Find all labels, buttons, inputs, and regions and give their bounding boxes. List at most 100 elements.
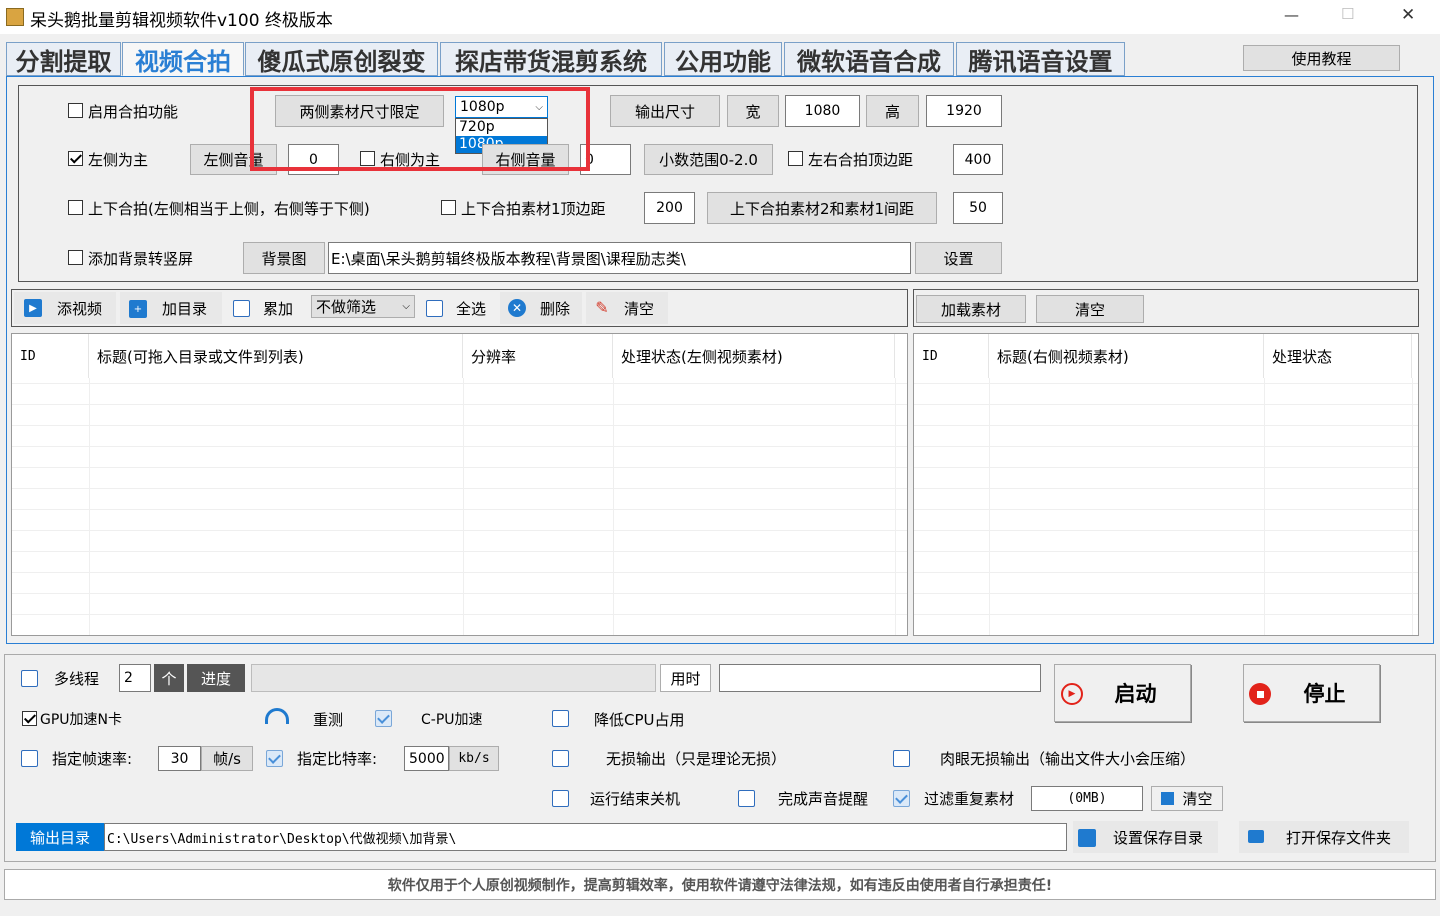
tutorial-button[interactable]: 使用教程 <box>1243 45 1400 71</box>
start-label: 启动 <box>1114 682 1157 706</box>
load-material-button[interactable]: 加载素材 <box>916 295 1026 323</box>
lr-top-margin-label: 左右合拍顶边距 <box>808 151 914 169</box>
lossless-label: 无损输出（只是理论无损） <box>606 750 787 768</box>
open-save-dir-button[interactable]: 打开保存文件夹 <box>1239 821 1409 853</box>
multithread-checkbox[interactable] <box>21 670 38 687</box>
gpu-checkbox[interactable] <box>22 711 37 726</box>
title-bar: 呆头鹅批量剪辑视频软件v100 终极版本 — ☐ ✕ <box>0 0 1440 34</box>
right-col-id[interactable]: ID <box>914 334 989 378</box>
output-dir-button[interactable]: 输出目录 <box>16 823 104 851</box>
maximize-icon[interactable]: ☐ <box>1341 5 1354 23</box>
fps-checkbox[interactable] <box>21 750 38 767</box>
cpu-accel-checkbox[interactable] <box>375 710 392 727</box>
visual-lossless-label: 肉眼无损输出（输出文件大小会压缩） <box>940 750 1196 768</box>
fps-unit: 帧/s <box>201 746 253 771</box>
bg-image-button[interactable]: 背景图 <box>243 242 325 274</box>
add-dir-label: 加目录 <box>162 300 208 318</box>
width-button[interactable]: 宽 <box>727 95 779 127</box>
right-col-status[interactable]: 处理状态 <box>1264 334 1412 378</box>
add-video-label: 添视频 <box>57 300 103 318</box>
tab-split-extract[interactable]: 分割提取 <box>6 42 121 76</box>
top-bottom-checkbox[interactable] <box>68 200 83 215</box>
tab-ms-tts[interactable]: 微软语音合成 <box>784 42 954 76</box>
left-col-resolution[interactable]: 分辨率 <box>463 334 613 378</box>
delete-button[interactable]: ✕ 删除 <box>500 292 582 324</box>
shutdown-label: 运行结束关机 <box>590 790 681 808</box>
lower-cpu-checkbox[interactable] <box>552 710 569 727</box>
tb-top-margin-checkbox[interactable] <box>441 200 456 215</box>
select-all-checkbox[interactable] <box>426 300 443 317</box>
bitrate-input[interactable]: 5000 <box>404 746 449 771</box>
tab-video-duet[interactable]: 视频合拍 <box>122 42 244 76</box>
bg-checkbox[interactable] <box>68 250 83 265</box>
height-button[interactable]: 高 <box>866 95 919 127</box>
fps-input[interactable]: 30 <box>158 746 201 771</box>
broom-icon: ✎ <box>595 297 609 317</box>
decimal-range-button[interactable]: 小数范围0-2.0 <box>644 144 773 175</box>
output-dir-input[interactable]: C:\Users\Administrator\Desktop\代做视频\加背景\ <box>104 823 1067 851</box>
lower-cpu-label: 降低CPU占用 <box>594 711 685 729</box>
clear-left-button[interactable]: ✎ 清空 <box>586 292 668 324</box>
sound-checkbox[interactable] <box>738 790 755 807</box>
minimize-icon[interactable]: — <box>1284 6 1299 24</box>
bg-set-button[interactable]: 设置 <box>915 242 1002 274</box>
left-col-id[interactable]: ID <box>12 334 89 378</box>
tb-top-margin-input[interactable]: 200 <box>644 192 695 224</box>
width-input[interactable]: 1080 <box>785 95 860 127</box>
tb-gap-input[interactable]: 50 <box>953 192 1003 224</box>
accumulate-label: 累加 <box>263 300 294 318</box>
lossless-checkbox[interactable] <box>552 750 569 767</box>
left-col-title[interactable]: 标题(可拖入目录或文件到列表) <box>89 334 463 378</box>
cache-clear-button[interactable]: 清空 <box>1151 786 1223 811</box>
tab-store-mix[interactable]: 探店带货混剪系统 <box>440 42 662 76</box>
bitrate-unit: kb/s <box>449 746 499 771</box>
cache-size-input: (0MB) <box>1031 786 1143 811</box>
shutdown-checkbox[interactable] <box>552 790 569 807</box>
right-table[interactable]: ID 标题(右侧视频素材) 处理状态 <box>913 333 1419 636</box>
enable-duet-checkbox[interactable] <box>68 103 83 118</box>
set-save-dir-button[interactable]: 设置保存目录 <box>1073 821 1218 853</box>
height-input[interactable]: 1920 <box>926 95 1002 127</box>
left-table[interactable]: ID 标题(可拖入目录或文件到列表) 分辨率 处理状态(左侧视频素材) <box>11 333 908 636</box>
left-main-label: 左侧为主 <box>88 151 149 169</box>
thread-count-input[interactable]: 2 <box>119 664 151 692</box>
cache-icon <box>1161 792 1175 805</box>
stop-label: 停止 <box>1303 682 1346 706</box>
video-icon: ▶ <box>24 299 42 317</box>
accumulate-checkbox[interactable] <box>233 300 250 317</box>
add-video-button[interactable]: ▶ 添视频 <box>14 292 116 324</box>
elapsed-button: 用时 <box>660 664 711 692</box>
gpu-label: GPU加速N卡 <box>40 712 123 728</box>
close-icon[interactable]: ✕ <box>1401 5 1415 25</box>
set-save-dir-label: 设置保存目录 <box>1113 829 1204 847</box>
bitrate-label: 指定比特率: <box>297 750 378 768</box>
clear-left-label: 清空 <box>624 300 655 318</box>
tab-common[interactable]: 公用功能 <box>664 42 782 76</box>
delete-icon: ✕ <box>508 299 526 317</box>
dedupe-checkbox[interactable] <box>893 790 910 807</box>
footer-bar: 软件仅用于个人原创视频制作，提高剪辑效率，使用软件请遵守法律法规，如有违反由使用… <box>4 869 1436 900</box>
lr-top-margin-input[interactable]: 400 <box>953 144 1003 175</box>
retest-label[interactable]: 重测 <box>313 709 343 730</box>
bitrate-checkbox[interactable] <box>266 750 283 767</box>
stop-button[interactable]: 停止 <box>1243 664 1380 722</box>
lr-top-margin-checkbox[interactable] <box>788 151 803 166</box>
clear-right-button[interactable]: 清空 <box>1036 295 1144 323</box>
fps-label: 指定帧速率: <box>52 750 133 768</box>
highlight-box <box>250 87 590 171</box>
left-col-status[interactable]: 处理状态(左侧视频素材) <box>613 334 895 378</box>
tab-original-fission[interactable]: 傻瓜式原创裂变 <box>245 42 438 76</box>
multithread-label: 多线程 <box>54 670 100 688</box>
add-dir-button[interactable]: + 加目录 <box>120 292 222 324</box>
tb-gap-button[interactable]: 上下合拍素材2和素材1间距 <box>707 192 937 224</box>
tab-tencent-tts[interactable]: 腾讯语音设置 <box>956 42 1125 76</box>
right-col-title[interactable]: 标题(右侧视频素材) <box>989 334 1264 378</box>
output-size-button[interactable]: 输出尺寸 <box>610 95 720 127</box>
elapsed-input[interactable] <box>719 664 1041 692</box>
filter-select[interactable]: 不做筛选 ⌵ <box>311 295 415 318</box>
start-button[interactable]: ▶ 启动 <box>1054 664 1191 722</box>
bg-path-input[interactable]: E:\桌面\呆头鹅剪辑终极版本教程\背景图\课程励志类\ <box>328 242 911 274</box>
visual-lossless-checkbox[interactable] <box>893 750 910 767</box>
left-main-checkbox[interactable] <box>68 151 83 166</box>
bg-label: 添加背景转竖屏 <box>88 250 194 268</box>
